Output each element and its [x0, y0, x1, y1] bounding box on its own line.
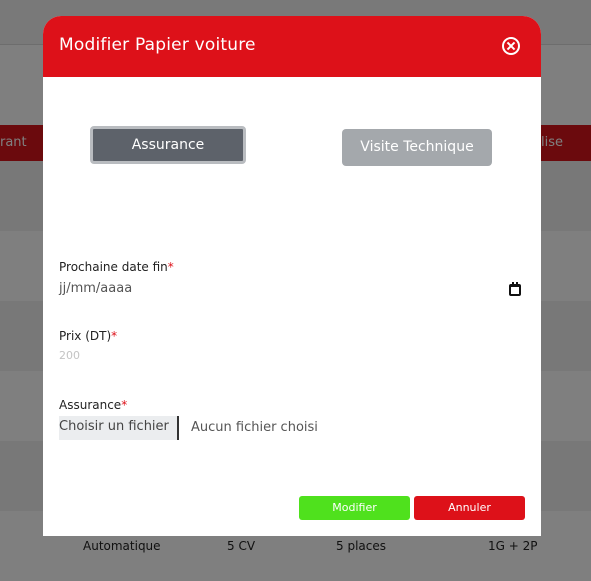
required-mark: * — [111, 329, 118, 343]
end-date-label-text: Prochaine date fin — [59, 260, 168, 274]
close-circle-icon[interactable] — [502, 37, 520, 55]
tab-assurance[interactable]: Assurance — [90, 126, 246, 164]
tab-visite-technique[interactable]: Visite Technique — [342, 129, 492, 166]
end-date-label: Prochaine date fin* — [59, 260, 174, 274]
required-mark: * — [121, 398, 128, 412]
modal-title: Modifier Papier voiture — [59, 35, 256, 55]
cancel-button[interactable]: Annuler — [414, 496, 525, 520]
price-input[interactable] — [59, 349, 259, 362]
calendar-icon[interactable] — [509, 282, 521, 296]
modify-button[interactable]: Modifier — [299, 496, 410, 520]
insurance-file-label: Assurance* — [59, 398, 127, 412]
price-label: Prix (DT)* — [59, 329, 117, 343]
required-mark: * — [167, 260, 174, 274]
end-date-value[interactable]: jj/mm/aaaa — [59, 281, 132, 296]
price-label-text: Prix (DT) — [59, 329, 112, 343]
insurance-file-label-text: Assurance — [59, 398, 122, 412]
file-status-text: Aucun fichier choisi — [191, 420, 318, 435]
edit-car-papers-modal: Modifier Papier voiture Assurance Visite… — [43, 16, 541, 536]
modal-header: Modifier Papier voiture — [43, 16, 541, 77]
choose-file-button[interactable]: Choisir un fichier — [59, 416, 179, 440]
